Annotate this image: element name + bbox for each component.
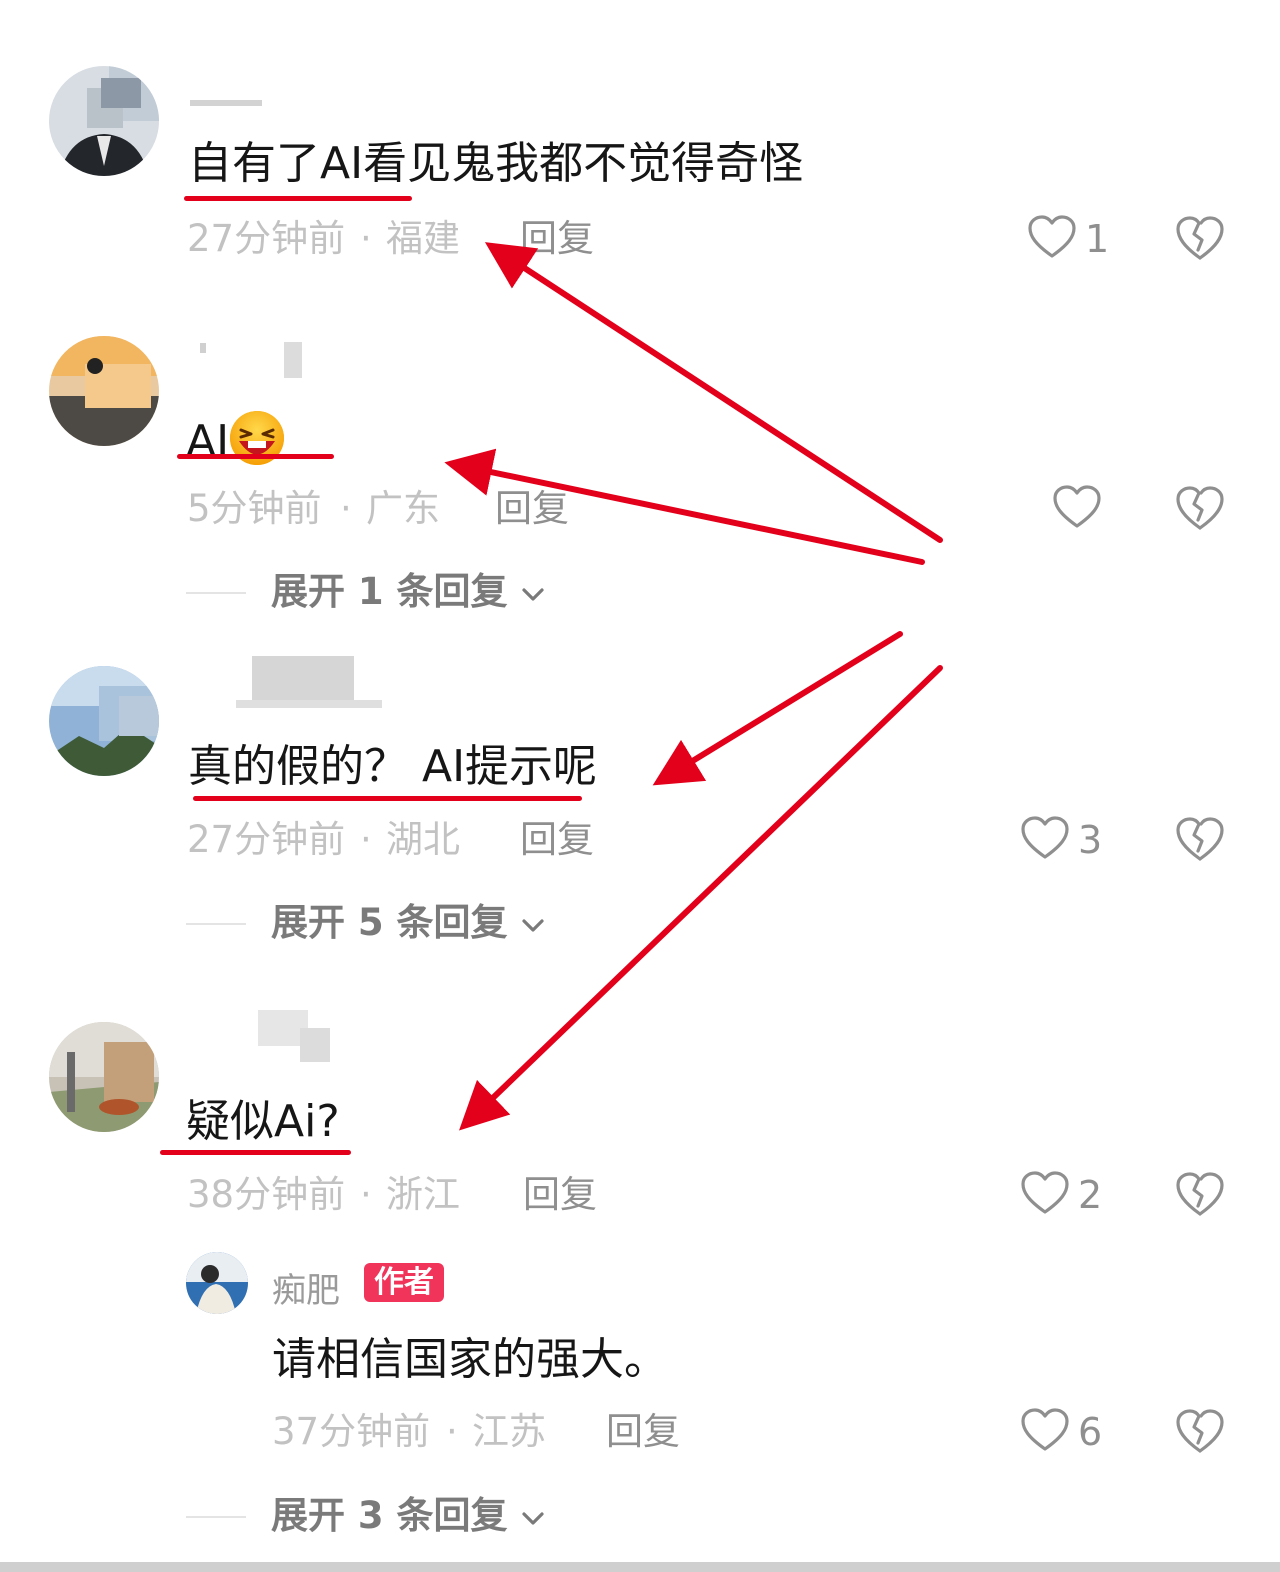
comment-time: 5分钟前 [187,487,322,530]
expand-divider [186,923,246,925]
expand-replies-label: 展开 3 条回复 [271,1494,508,1537]
heart-outline-icon [1027,214,1077,264]
dislike-button[interactable] [1174,1407,1226,1459]
dislike-button[interactable] [1174,815,1226,867]
reply-button[interactable]: 回复 [606,1413,680,1450]
meta-separator: · [360,217,372,260]
like-button[interactable]: 2 [1020,1170,1102,1220]
author-badge: 作者 [364,1263,444,1302]
comment-body: 自有了AI看见鬼我都不觉得奇怪 [188,138,804,189]
reply-button[interactable]: 回复 [520,821,594,858]
comment-time: 38分钟前 [187,1173,346,1216]
annotation-underline [184,196,412,201]
chevron-down-icon [520,1494,546,1537]
user-avatar[interactable] [49,666,159,776]
comment-region: 浙江 [386,1173,460,1216]
username-redacted [190,100,262,106]
heart-outline-icon [1020,1170,1070,1220]
username-redacted [236,700,382,708]
comment-region: 湖北 [386,818,460,861]
like-button[interactable]: 3 [1020,815,1102,865]
like-button[interactable] [1052,484,1102,534]
username-redacted [284,342,302,378]
expand-replies-button[interactable]: 展开 3 条回复 [271,1497,546,1534]
heart-outline-icon [1052,484,1102,534]
meta-separator: · [360,818,372,861]
expand-replies-button[interactable]: 展开 1 条回复 [271,573,546,610]
comment-time: 27分钟前 [187,818,346,861]
author-avatar[interactable] [186,1252,248,1314]
broken-heart-icon [1174,216,1226,266]
user-avatar[interactable] [49,336,159,446]
expand-divider [186,1516,246,1518]
broken-heart-icon [1174,1409,1226,1459]
user-avatar[interactable] [49,1022,159,1132]
dislike-button[interactable] [1174,214,1226,266]
dislike-button[interactable] [1174,1170,1226,1222]
broken-heart-icon [1174,1172,1226,1222]
reply-button[interactable]: 回复 [520,220,594,257]
meta-separator: · [446,1410,458,1453]
expand-divider [186,592,246,594]
heart-outline-icon [1020,1407,1070,1457]
like-count: 6 [1078,1410,1103,1454]
expand-replies-label: 展开 1 条回复 [271,570,508,613]
user-avatar[interactable] [49,66,159,176]
comment-body: 真的假的？ AI提示呢 [188,741,598,792]
comment-region: 福建 [386,217,460,260]
reply-button[interactable]: 回复 [523,1176,597,1213]
reply-button[interactable]: 回复 [495,490,569,527]
comment-body-text: AI [186,416,230,467]
annotation-underline [160,1150,351,1155]
heart-outline-icon [1020,815,1070,865]
expand-replies-button[interactable]: 展开 5 条回复 [271,904,546,941]
broken-heart-icon [1174,486,1226,536]
like-button[interactable]: 1 [1027,214,1109,264]
comment-time: 27分钟前 [187,217,346,260]
username-redacted [200,343,206,353]
like-button[interactable]: 6 [1020,1407,1102,1457]
like-count: 1 [1085,217,1110,261]
annotation-underline [177,454,334,459]
reply-body: 请相信国家的强大。 [272,1334,668,1385]
like-count: 3 [1078,818,1103,862]
comment-body: 疑似Ai? [186,1096,340,1147]
comment-time: 37分钟前 [272,1410,431,1453]
expand-replies-label: 展开 5 条回复 [271,901,508,944]
dislike-button[interactable] [1174,484,1226,536]
annotation-arrow [459,665,943,1131]
comment-region: 江苏 [472,1410,546,1453]
username-redacted [300,1028,330,1062]
chevron-down-icon [520,570,546,613]
like-count: 2 [1078,1173,1103,1217]
broken-heart-icon [1174,817,1226,867]
comment-region: 广东 [366,487,440,530]
author-username[interactable]: 痴肥 [272,1263,340,1312]
chevron-down-icon [520,901,546,944]
meta-separator: · [340,487,352,530]
username-redacted [252,656,354,702]
bottom-edge [0,1562,1280,1572]
meta-separator: · [360,1173,372,1216]
annotation-underline [193,796,582,801]
annotation-arrow [652,631,903,786]
